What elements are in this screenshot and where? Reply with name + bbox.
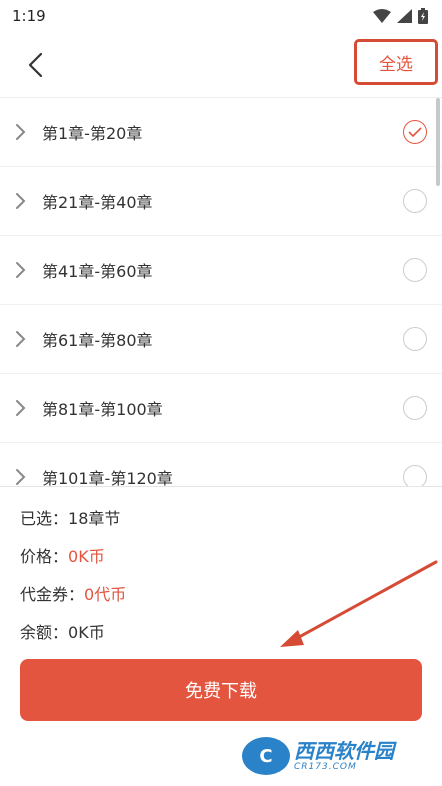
chevron-right-icon[interactable] [14,330,28,348]
battery-icon [418,8,428,24]
chapter-row[interactable]: 第101章-第120章 [0,443,442,486]
voucher-value: 0代币 [84,585,127,604]
chapter-label: 第21章-第40章 [42,193,153,212]
wifi-icon [373,9,391,23]
voucher-line: 代金券：0代币 [20,581,126,605]
download-button-label: 免费下载 [185,681,257,702]
checkbox-checked[interactable] [403,120,427,144]
chevron-right-icon[interactable] [14,399,28,417]
chevron-right-icon[interactable] [14,261,28,279]
chapter-list: 第1章-第20章 第21章-第40章 第41章-第60章 第61章-第80章 第… [0,98,442,486]
select-all-button[interactable]: 全选 [354,39,438,85]
chapter-row[interactable]: 第21章-第40章 [0,167,442,236]
selected-count: 已选：18章节 [20,505,120,529]
chapter-label: 第81章-第100章 [42,400,163,419]
checkmark-icon [408,127,422,138]
chapter-label: 第101章-第120章 [42,469,173,486]
checkbox[interactable] [403,258,427,282]
chapter-row[interactable]: 第41章-第60章 [0,236,442,305]
status-icons [373,8,428,24]
back-button[interactable] [18,48,52,82]
watermark-logo: C 西西软件园 CR173.COM [242,735,434,777]
balance-line: 余额：0K币 [20,619,105,643]
watermark-name: 西西软件园 [294,738,394,763]
chapter-label: 第1章-第20章 [42,124,143,143]
signal-icon [397,9,412,23]
chapter-row[interactable]: 第1章-第20章 [0,98,442,167]
voucher-label: 代金券： [20,585,85,604]
chapter-label: 第41章-第60章 [42,262,153,281]
price-label: 价格： [20,547,69,566]
free-download-button[interactable]: 免费下载 [20,659,422,721]
balance-value: 0K币 [68,623,105,642]
checkbox[interactable] [403,396,427,420]
select-all-label: 全选 [379,54,413,75]
back-arrow-icon [28,52,43,78]
checkbox[interactable] [403,327,427,351]
chapter-label: 第61章-第80章 [42,331,153,350]
watermark-c-icon: C [242,737,290,775]
selected-label: 已选： [20,509,69,528]
price-value: 0K币 [68,547,105,566]
selected-value: 18章节 [68,509,121,528]
chapter-row[interactable]: 第61章-第80章 [0,305,442,374]
scrollbar[interactable] [436,98,440,186]
status-bar: 1:19 [0,0,442,32]
price-line: 价格：0K币 [20,543,105,567]
chevron-right-icon[interactable] [14,468,28,486]
balance-label: 余额： [20,623,69,642]
top-bar: 全选 [0,32,442,98]
status-time: 1:19 [12,7,46,25]
checkbox[interactable] [403,189,427,213]
watermark-domain: CR173.COM [294,761,357,772]
chevron-right-icon[interactable] [14,192,28,210]
chapter-row[interactable]: 第81章-第100章 [0,374,442,443]
checkbox[interactable] [403,465,427,486]
chevron-right-icon[interactable] [14,123,28,141]
